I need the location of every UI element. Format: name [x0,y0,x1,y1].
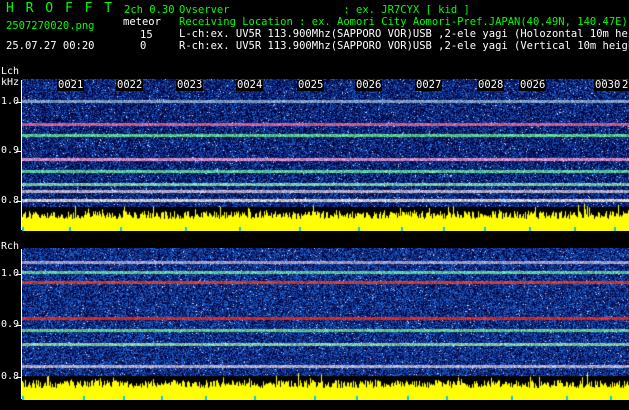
time-label: 0021 [57,79,85,91]
edge-label: 2 [621,79,629,91]
lch-label: Lch [1,66,20,77]
app-title: H R O F F T [6,1,115,16]
time-label: 0024 [236,79,264,91]
filename-label: 2507270020.png [6,20,95,32]
rch-spectrogram [22,248,629,400]
rch-info-line: R-ch:ex. UV5R 113.900Mhz(SAPPORO VOR)USB… [179,40,629,52]
mode-label: 2ch 0.30 [124,4,175,16]
time-label: 0030 [594,79,622,91]
time-label: 0026 [355,79,383,91]
location-line: Receiving Location : ex. Aomori City Aom… [179,16,628,28]
observer-line: Ovserver : ex. JR7CYX [ kid ] [179,4,470,16]
time-label: 0027 [415,79,443,91]
time-label: 0026 [519,79,547,91]
time-label: 0028 [477,79,505,91]
lch-waterfall [22,79,629,231]
rch-label: Rch [1,241,20,252]
time-label: 0022 [116,79,144,91]
time-label: 0023 [176,79,204,91]
event-label: meteor [123,16,161,28]
rch-waterfall [22,248,629,400]
lch-spectrogram [22,79,629,231]
lch-info-line: L-ch:ex. UV5R 113.900Mhz(SAPPORO VOR)USB… [179,28,629,40]
count-bottom: 0 [140,40,147,52]
time-label: 0025 [297,79,325,91]
header-panel: H R O F F T 2ch 0.30 2507270020.png mete… [0,0,629,78]
timestamp-label: 25.07.27 00:20 [6,40,95,52]
lch-unit: kHz [1,77,20,88]
